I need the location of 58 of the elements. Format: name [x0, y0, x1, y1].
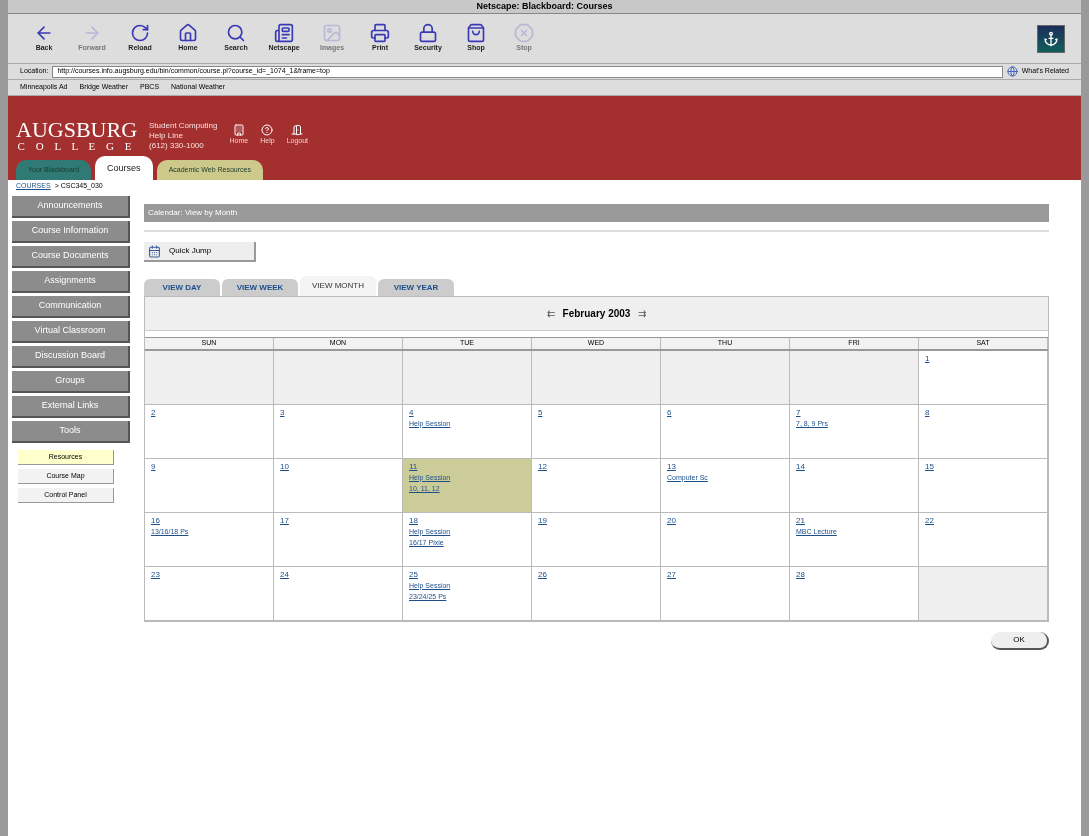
search-icon	[226, 23, 246, 44]
lock-icon	[418, 23, 438, 44]
day-link[interactable]: 9	[151, 460, 156, 472]
logo-top-text: AUGSBURG	[16, 119, 138, 141]
contact-text: Help Line	[149, 130, 184, 141]
day-link[interactable]: 27	[667, 568, 676, 580]
day-link[interactable]: 2	[151, 406, 156, 418]
day-link[interactable]: 21	[796, 514, 805, 526]
day-link[interactable]: 15	[925, 460, 934, 472]
day-link[interactable]: 7	[796, 406, 801, 418]
bag-icon	[466, 23, 486, 44]
reload-icon	[130, 23, 150, 44]
view-tab[interactable]: VIEW DAY	[144, 279, 220, 296]
day-link[interactable]: 3	[280, 406, 285, 418]
day-link[interactable]: 12	[538, 460, 547, 472]
day-link[interactable]: 5	[538, 406, 543, 418]
month-title: February 2003	[562, 307, 631, 321]
day-link[interactable]: 10	[280, 460, 289, 472]
building-icon	[232, 124, 245, 137]
view-tab[interactable]: VIEW WEEK	[222, 279, 298, 296]
day-link[interactable]: 14	[796, 460, 805, 472]
day-link[interactable]: 19	[538, 514, 547, 526]
day-link[interactable]: 4	[409, 406, 414, 418]
site-tab[interactable]: Courses	[95, 156, 153, 180]
newspaper-icon	[274, 23, 294, 44]
contact-text: (612) 330-1000	[149, 140, 205, 151]
view-tab[interactable]: VIEW YEAR	[378, 279, 454, 296]
previous-month-button[interactable]: ⇇	[546, 306, 555, 321]
day-link[interactable]: 6	[667, 406, 672, 418]
day-link[interactable]: 16	[151, 514, 160, 526]
day-link[interactable]: 20	[667, 514, 676, 526]
image-icon	[322, 23, 342, 44]
day-link[interactable]: 1	[925, 352, 930, 364]
contact-text: Student Computing	[149, 120, 218, 131]
day-link[interactable]: 24	[280, 568, 289, 580]
printer-icon	[370, 23, 390, 44]
day-link[interactable]: 11	[409, 460, 418, 472]
view-tab[interactable]: VIEW MONTH	[300, 276, 376, 296]
calendar-icon	[148, 244, 161, 258]
globe-icon	[1006, 66, 1018, 77]
page-title: Calendar: View by Month	[148, 207, 238, 219]
day-link[interactable]: 26	[538, 568, 547, 580]
day-link[interactable]: 13	[667, 460, 676, 472]
logo-bottom-text: C O L L E G E	[17, 141, 136, 152]
day-link[interactable]: 18	[409, 514, 418, 526]
day-link[interactable]: 28	[796, 568, 805, 580]
quick-jump-button[interactable]: Quick Jump	[144, 242, 256, 262]
day-link[interactable]: 17	[280, 514, 289, 526]
day-link[interactable]: 22	[925, 514, 934, 526]
stop-icon	[514, 23, 534, 44]
help-icon	[261, 124, 274, 137]
day-link[interactable]: 23	[151, 568, 160, 580]
next-month-button[interactable]: ⇉	[638, 306, 647, 321]
door-icon	[291, 124, 304, 137]
ok-button[interactable]: OK	[991, 631, 1049, 650]
home-icon	[178, 23, 198, 44]
day-link[interactable]: 8	[925, 406, 930, 418]
day-link[interactable]: 25	[409, 568, 418, 580]
